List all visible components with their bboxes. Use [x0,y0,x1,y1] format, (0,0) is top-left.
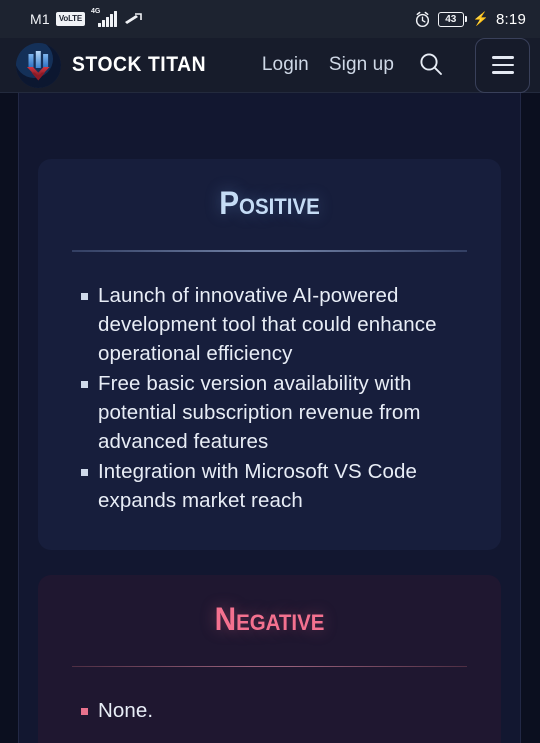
negative-bullet-list: None. [72,696,467,725]
status-bar: M1 VoLTE 4G 43 ⚡ 8:19 [0,0,540,38]
positive-card-title: Positive [219,185,320,221]
data-transfer-icon [123,12,143,26]
alarm-clock-icon [414,11,431,28]
list-item: Launch of innovative AI-powered developm… [72,281,467,368]
status-bar-right: 43 ⚡ 8:19 [414,11,526,28]
positive-card-divider [72,250,467,252]
stock-titan-logo-icon [16,42,61,88]
site-header: STOCK TITAN Login Sign up [0,37,540,93]
search-button[interactable] [414,48,448,82]
content-container: Positive Launch of innovative AI-powered… [18,93,521,743]
signup-link[interactable]: Sign up [329,54,394,76]
signal-bars-icon: 4G [91,8,117,27]
battery-level-label: 43 [437,11,464,27]
negative-card-divider [72,665,467,667]
brand[interactable]: STOCK TITAN [16,42,218,88]
charging-bolt-icon: ⚡ [472,11,489,26]
volte-badge: VoLTE [55,12,86,26]
list-item: None. [72,696,467,725]
battery-tip [464,16,467,22]
brand-name: STOCK TITAN [72,53,207,76]
clock-time: 8:19 [496,10,526,28]
page-body: Positive Launch of innovative AI-powered… [0,93,540,743]
negative-card-title: Negative [214,600,325,637]
carrier-label: M1 [30,11,50,27]
login-link[interactable]: Login [262,54,309,76]
battery-indicator: 43 [437,11,467,27]
positive-card: Positive Launch of innovative AI-powered… [38,159,501,550]
list-item: Integration with Microsoft VS Code expan… [72,457,467,515]
negative-card: Negative None. [38,574,501,743]
network-generation-label: 4G [91,8,101,15]
hamburger-menu-button[interactable] [475,37,530,93]
list-item: Free basic version availability with pot… [72,369,467,456]
status-bar-left: M1 VoLTE 4G [30,8,143,27]
header-nav: Login Sign up [262,37,530,93]
search-icon [418,51,444,80]
positive-bullet-list: Launch of innovative AI-powered developm… [72,281,467,515]
